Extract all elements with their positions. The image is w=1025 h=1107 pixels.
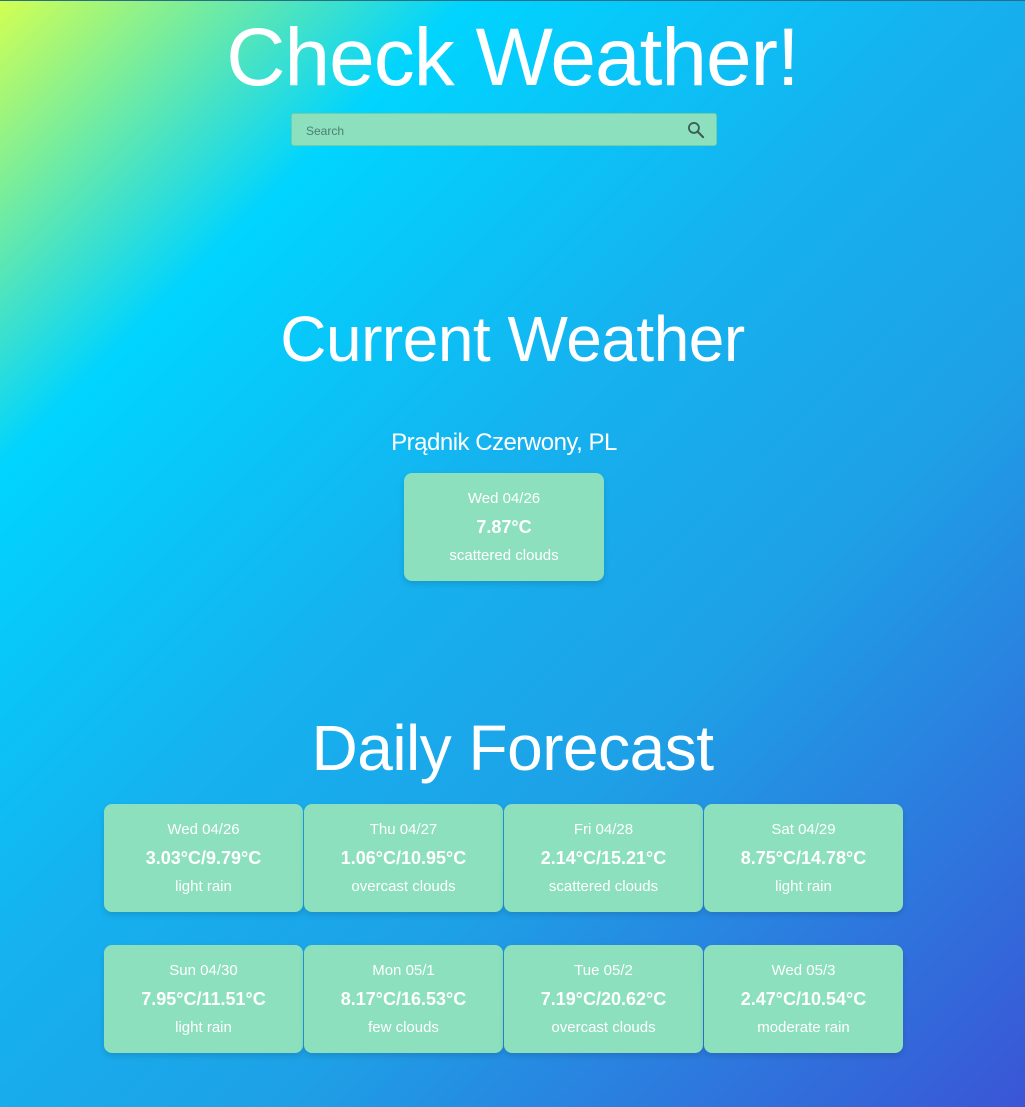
card-desc: scattered clouds bbox=[548, 878, 659, 895]
card-temp: 8.75°C/14.78°C bbox=[740, 848, 867, 868]
forecast-card: Sat 04/29 8.75°C/14.78°C light rain bbox=[704, 804, 903, 912]
card-date: Thu 04/27 bbox=[369, 821, 438, 838]
forecast-card: Thu 04/27 1.06°C/10.95°C overcast clouds bbox=[304, 804, 503, 912]
forecast-card: Sun 04/30 7.95°C/11.51°C light rain bbox=[104, 945, 303, 1053]
card-desc: scattered clouds bbox=[449, 547, 559, 564]
search-bar[interactable] bbox=[291, 113, 717, 146]
location-name: Prądnik Czerwony, PL bbox=[391, 429, 617, 456]
card-temp: 7.87°C bbox=[476, 517, 532, 537]
current-weather-card: Wed 04/26 7.87°C scattered clouds bbox=[404, 473, 604, 581]
page-title: Check Weather! bbox=[226, 12, 799, 103]
card-temp: 2.47°C/10.54°C bbox=[740, 989, 867, 1009]
card-desc: overcast clouds bbox=[551, 1019, 656, 1036]
card-desc: light rain bbox=[175, 878, 232, 895]
card-date: Wed 05/3 bbox=[771, 962, 836, 979]
card-desc: overcast clouds bbox=[351, 878, 456, 895]
search-input[interactable] bbox=[304, 120, 678, 142]
card-date: Fri 04/28 bbox=[573, 821, 634, 838]
card-desc: moderate rain bbox=[757, 1019, 850, 1036]
search-icon[interactable] bbox=[686, 120, 706, 140]
card-temp: 3.03°C/9.79°C bbox=[145, 848, 262, 868]
card-date: Sat 04/29 bbox=[771, 821, 836, 838]
card-temp: 7.19°C/20.62°C bbox=[540, 989, 667, 1009]
card-date: Sun 04/30 bbox=[169, 962, 238, 979]
card-date: Mon 05/1 bbox=[372, 962, 435, 979]
card-desc: few clouds bbox=[368, 1019, 439, 1036]
card-temp: 2.14°C/15.21°C bbox=[540, 848, 667, 868]
daily-forecast-heading: Daily Forecast bbox=[311, 712, 715, 784]
current-weather-heading: Current Weather bbox=[280, 303, 745, 375]
card-date: Tue 05/2 bbox=[574, 962, 633, 979]
card-temp: 8.17°C/16.53°C bbox=[340, 989, 467, 1009]
card-temp: 7.95°C/11.51°C bbox=[141, 989, 266, 1009]
card-desc: light rain bbox=[775, 878, 832, 895]
card-date: Wed 04/26 bbox=[467, 490, 541, 507]
forecast-card: Wed 04/26 3.03°C/9.79°C light rain bbox=[104, 804, 303, 912]
forecast-card: Mon 05/1 8.17°C/16.53°C few clouds bbox=[304, 945, 503, 1053]
forecast-card: Fri 04/28 2.14°C/15.21°C scattered cloud… bbox=[504, 804, 703, 912]
top-border bbox=[0, 0, 1025, 1]
card-date: Wed 04/26 bbox=[167, 821, 240, 838]
forecast-card: Tue 05/2 7.19°C/20.62°C overcast clouds bbox=[504, 945, 703, 1053]
card-desc: light rain bbox=[175, 1019, 232, 1036]
forecast-card: Wed 05/3 2.47°C/10.54°C moderate rain bbox=[704, 945, 903, 1053]
card-temp: 1.06°C/10.95°C bbox=[340, 848, 467, 868]
